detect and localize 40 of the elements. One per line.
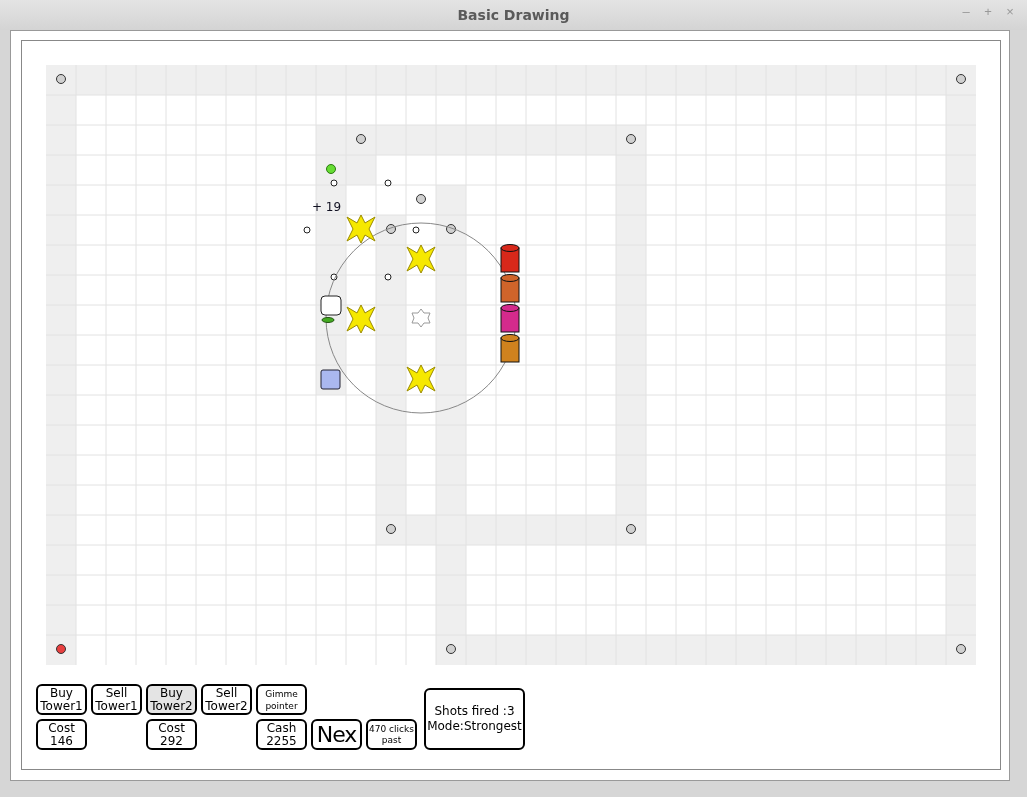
shop-button[interactable]: Gimme pointer <box>256 684 307 715</box>
bullet-dot <box>384 179 392 187</box>
bullet-dot <box>412 226 420 234</box>
waypoint-marker <box>626 134 636 144</box>
game-board[interactable]: + 19 <box>46 65 976 665</box>
waypoint-marker <box>56 74 66 84</box>
info-label: Cash 2255 <box>256 719 307 750</box>
tower-drawing[interactable] <box>406 244 436 274</box>
window-title: Basic Drawing <box>457 7 570 23</box>
next-button[interactable]: Nex <box>311 719 362 750</box>
bullet-dot <box>330 273 338 281</box>
start-marker <box>56 644 66 654</box>
waypoint-marker <box>626 524 636 534</box>
waypoint-marker <box>416 194 426 204</box>
shop-button[interactable]: Buy Tower2 <box>146 684 197 715</box>
waypoint-marker <box>386 524 396 534</box>
bullet-dot <box>303 226 311 234</box>
waypoint-marker <box>956 74 966 84</box>
info-label: Cost 292 <box>146 719 197 750</box>
bullet-dot <box>330 179 338 187</box>
shop-button[interactable]: Buy Tower1 <box>36 684 87 715</box>
waypoint-marker <box>356 134 366 144</box>
spawn-marker <box>326 164 336 174</box>
target-square-icon[interactable] <box>320 369 341 390</box>
shop-button[interactable]: Sell Tower2 <box>201 684 252 715</box>
shop-button[interactable]: Sell Tower1 <box>91 684 142 715</box>
health-bar <box>321 317 335 323</box>
tower-drawing[interactable] <box>346 304 376 334</box>
waypoint-marker <box>446 644 456 654</box>
info-label: Cost 146 <box>36 719 87 750</box>
reward-text: + 19 <box>312 200 342 214</box>
clicks-label: 470 clicks past <box>366 719 417 750</box>
waypoint-marker <box>446 224 456 234</box>
tower-drawing[interactable] <box>406 364 436 394</box>
waypoint-marker <box>956 644 966 654</box>
status-box: Shots fired :3 Mode:Strongest <box>424 688 525 750</box>
tower-drawing[interactable] <box>346 214 376 244</box>
hexagram-icon <box>411 308 431 328</box>
waypoint-marker <box>386 224 396 234</box>
bullet-dot <box>384 273 392 281</box>
